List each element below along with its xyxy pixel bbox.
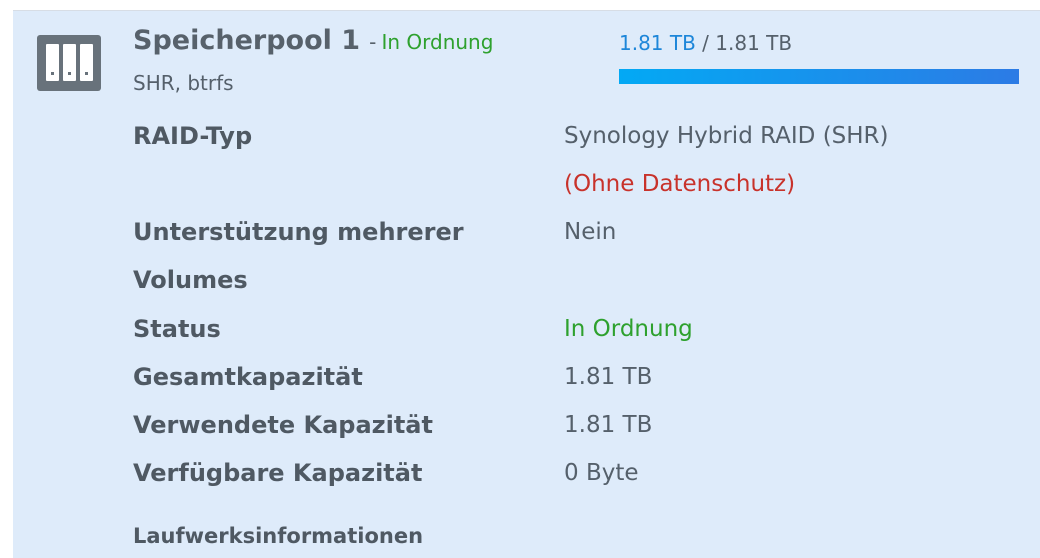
total-capacity-label: Gesamtkapazität	[133, 363, 363, 391]
capacity-bar	[619, 69, 1019, 84]
status-value: In Ordnung	[564, 316, 693, 342]
capacity-separator: /	[695, 31, 716, 55]
used-capacity-label: Verwendete Kapazität	[133, 411, 433, 439]
storage-pool-icon	[37, 35, 101, 91]
available-capacity-value: 0 Byte	[564, 460, 639, 486]
multi-volume-label-cont: Volumes	[133, 266, 248, 294]
storage-pool-panel: Speicherpool 1 - In Ordnung SHR, btrfs 1…	[13, 10, 1040, 558]
pool-name: Speicherpool 1	[133, 25, 361, 56]
capacity-used: 1.81 TB	[619, 31, 696, 55]
pool-status: In Ordnung	[381, 30, 494, 54]
used-capacity-value: 1.81 TB	[564, 412, 653, 438]
total-capacity-value: 1.81 TB	[564, 364, 653, 390]
available-capacity-label: Verfügbare Kapazität	[133, 459, 423, 487]
pool-subtitle: SHR, btrfs	[133, 71, 234, 95]
pool-title: Speicherpool 1 - In Ordnung	[133, 25, 493, 56]
status-label: Status	[133, 315, 221, 343]
raid-type-label: RAID-Typ	[133, 122, 253, 150]
multi-volume-label: Unterstützung mehrerer	[133, 218, 464, 246]
capacity-bar-fill	[619, 69, 1019, 84]
capacity-text: 1.81 TB / 1.81 TB	[619, 31, 792, 55]
raid-type-value: Synology Hybrid RAID (SHR)	[564, 123, 889, 149]
raid-type-note: (Ohne Datenschutz)	[564, 171, 796, 197]
drive-info-title: Laufwerksinformationen	[133, 524, 424, 548]
title-separator: -	[369, 30, 377, 54]
capacity-total: 1.81 TB	[715, 31, 793, 55]
multi-volume-value: Nein	[564, 219, 617, 245]
